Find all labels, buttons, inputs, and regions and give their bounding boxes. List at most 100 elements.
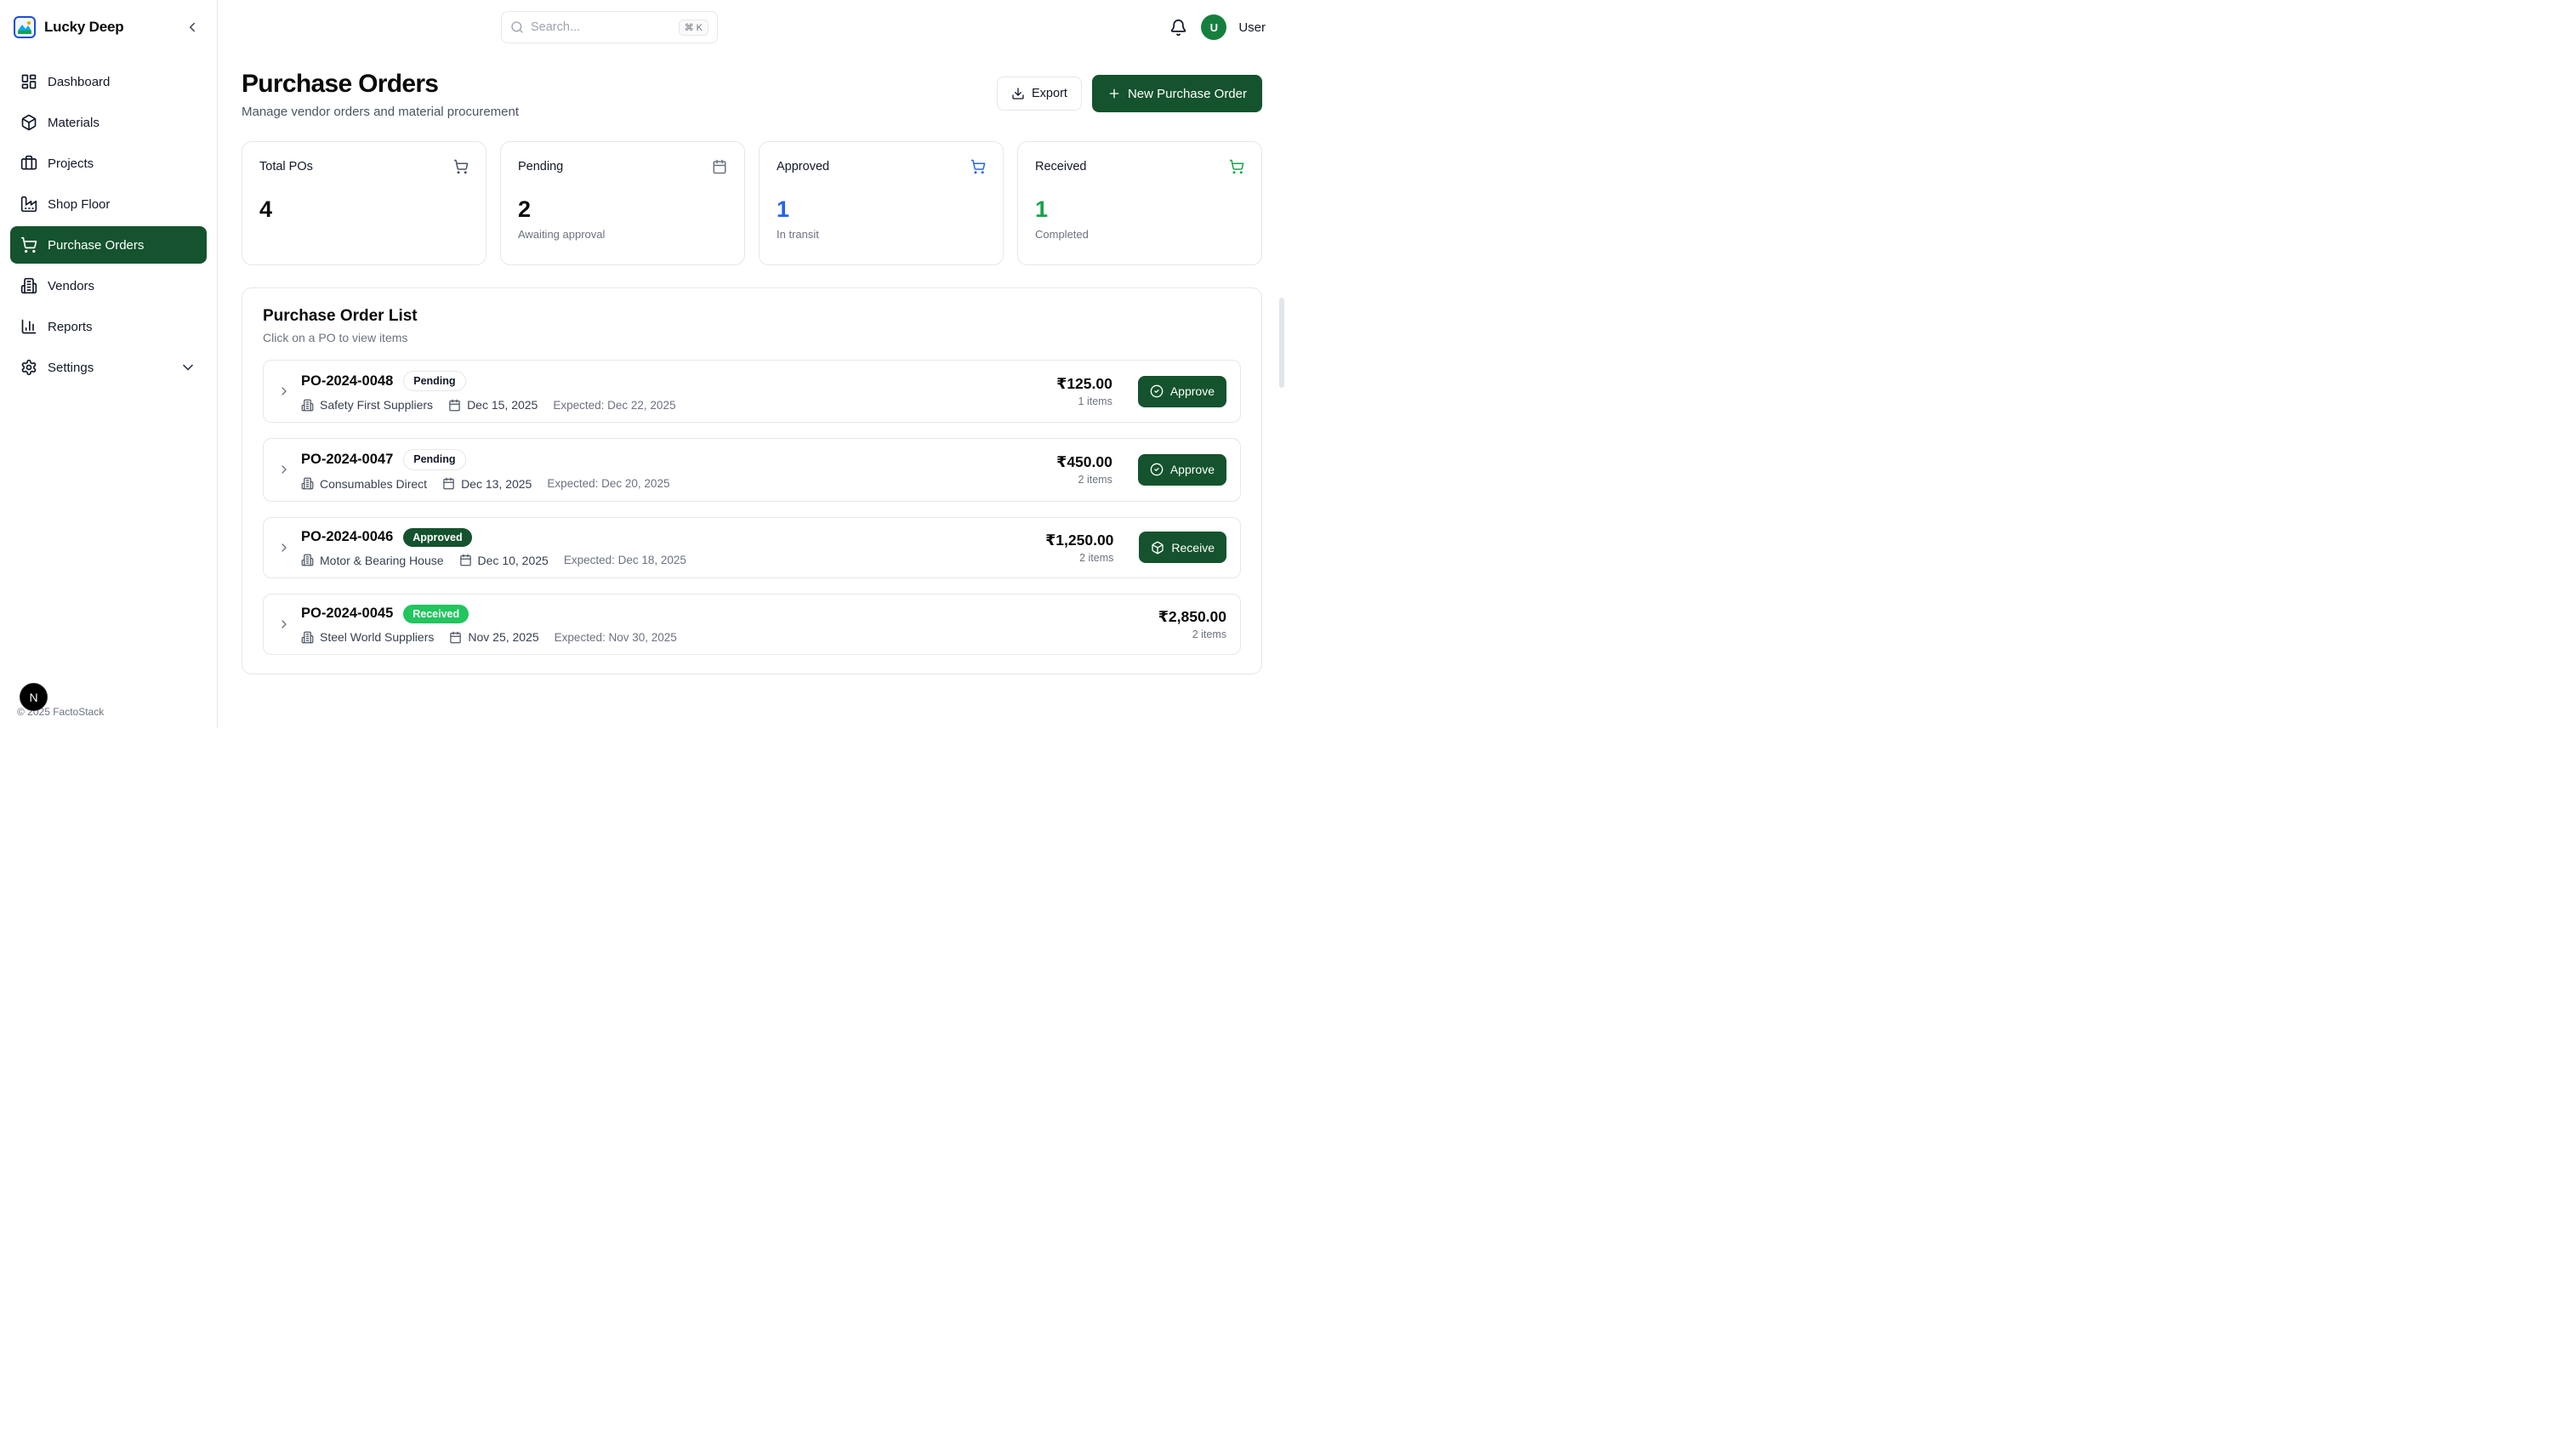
po-items-count: 1 items: [1056, 395, 1112, 407]
search-icon: [510, 20, 524, 34]
search-box[interactable]: ⌘ K: [501, 11, 718, 43]
calendar-icon: [448, 399, 461, 412]
stat-label: Received: [1035, 160, 1086, 173]
expected-date: Expected: Dec 20, 2025: [547, 477, 669, 490]
po-list-title: Purchase Order List: [263, 307, 1241, 326]
briefcase-icon: [20, 155, 37, 172]
new-purchase-order-label: New Purchase Order: [1128, 87, 1247, 101]
chevron-right-icon[interactable]: [277, 463, 291, 476]
chevron-left-icon: [185, 20, 200, 35]
chevron-right-icon[interactable]: [277, 541, 291, 555]
po-number: PO-2024-0047: [301, 452, 393, 468]
chevron-right-icon[interactable]: [277, 384, 291, 398]
approve-button[interactable]: Approve: [1138, 376, 1226, 407]
sidebar-header: Lucky Deep: [0, 0, 217, 54]
search-input[interactable]: [531, 20, 672, 34]
stat-value: 1: [1035, 196, 1244, 223]
po-row[interactable]: PO-2024-0045 Received Steel World Suppli…: [263, 594, 1241, 655]
sidebar-item-dashboard[interactable]: Dashboard: [10, 63, 207, 100]
po-amount: ₹1,250.00: [1045, 532, 1113, 549]
vendor-name: Safety First Suppliers: [320, 398, 433, 412]
po-items-count: 2 items: [1056, 474, 1112, 486]
stat-card-received: Received 1 Completed: [1017, 141, 1262, 265]
approve-button-label: Approve: [1170, 463, 1215, 476]
po-row[interactable]: PO-2024-0048 Pending Safety First Suppli…: [263, 360, 1241, 423]
dev-tools-label: N: [29, 691, 37, 704]
vendor-name: Motor & Bearing House: [320, 554, 444, 567]
cart-icon: [1229, 159, 1244, 174]
building-icon: [301, 399, 314, 412]
po-number: PO-2024-0046: [301, 529, 393, 545]
receive-button[interactable]: Receive: [1139, 532, 1226, 563]
order-date: Dec 13, 2025: [461, 477, 532, 491]
vendor-meta: Motor & Bearing House: [301, 554, 444, 567]
po-amount: ₹125.00: [1056, 375, 1112, 393]
user-initial: U: [1210, 21, 1218, 34]
search-shortcut-badge: ⌘ K: [679, 20, 708, 36]
vendor-name: Steel World Suppliers: [320, 630, 434, 644]
po-row-details: PO-2024-0046 Approved Motor & Bearing Ho…: [301, 528, 1035, 567]
order-date: Dec 15, 2025: [467, 398, 538, 412]
stat-subtext: Awaiting approval: [518, 228, 727, 241]
date-meta: Dec 10, 2025: [459, 554, 549, 567]
sidebar-item-projects[interactable]: Projects: [10, 145, 207, 182]
check-circle-icon: [1150, 384, 1164, 398]
status-badge: Pending: [403, 371, 465, 391]
po-number: PO-2024-0045: [301, 606, 393, 622]
header-actions: Export New Purchase Order: [997, 75, 1262, 112]
date-meta: Dec 13, 2025: [442, 477, 532, 491]
package-icon: [1151, 541, 1164, 555]
vendor-meta: Safety First Suppliers: [301, 398, 433, 412]
sidebar: Lucky Deep Dashboard Materials Projects …: [0, 0, 218, 728]
sidebar-item-label: Dashboard: [48, 75, 110, 89]
expected-date: Expected: Dec 22, 2025: [553, 399, 675, 412]
sidebar-item-label: Shop Floor: [48, 197, 110, 212]
dev-tools-button[interactable]: N: [20, 683, 48, 711]
receive-button-label: Receive: [1171, 541, 1215, 555]
vendor-name: Consumables Direct: [320, 477, 427, 491]
po-amount-block: ₹450.00 2 items: [1056, 453, 1112, 486]
expected-date: Expected: Nov 30, 2025: [555, 631, 677, 644]
approve-button-label: Approve: [1170, 384, 1215, 398]
sidebar-item-purchase-orders[interactable]: Purchase Orders: [10, 226, 207, 264]
cart-icon: [20, 236, 37, 253]
notifications-button[interactable]: [1168, 17, 1189, 38]
po-number: PO-2024-0048: [301, 373, 393, 390]
expected-date: Expected: Dec 18, 2025: [564, 554, 686, 566]
scrollbar-thumb[interactable]: [1279, 298, 1284, 388]
user-name: User: [1238, 20, 1266, 35]
chevron-right-icon[interactable]: [277, 617, 291, 631]
gear-icon: [20, 359, 37, 376]
sidebar-item-label: Projects: [48, 156, 94, 171]
po-amount-block: ₹125.00 1 items: [1056, 375, 1112, 407]
sidebar-item-shop-floor[interactable]: Shop Floor: [10, 185, 207, 223]
user-avatar[interactable]: U: [1201, 14, 1226, 40]
sidebar-collapse-button[interactable]: [181, 16, 203, 38]
sidebar-item-reports[interactable]: Reports: [10, 308, 207, 345]
sidebar-item-vendors[interactable]: Vendors: [10, 267, 207, 304]
po-list-subtitle: Click on a PO to view items: [263, 331, 1241, 344]
check-circle-icon: [1150, 463, 1164, 476]
vendor-meta: Steel World Suppliers: [301, 630, 434, 644]
export-button[interactable]: Export: [997, 77, 1082, 111]
stat-subtext: Completed: [1035, 228, 1244, 241]
po-row[interactable]: PO-2024-0046 Approved Motor & Bearing Ho…: [263, 517, 1241, 578]
calendar-icon: [449, 631, 462, 644]
vendor-meta: Consumables Direct: [301, 477, 427, 491]
stat-label: Total POs: [259, 160, 313, 173]
po-items-count: 2 items: [1045, 552, 1113, 564]
po-row[interactable]: PO-2024-0047 Pending Consumables Direct: [263, 438, 1241, 501]
po-row-details: PO-2024-0045 Received Steel World Suppli…: [301, 605, 1148, 644]
approve-button[interactable]: Approve: [1138, 454, 1226, 486]
sidebar-item-settings[interactable]: Settings: [10, 349, 207, 386]
new-purchase-order-button[interactable]: New Purchase Order: [1092, 75, 1262, 112]
topbar: ⌘ K U User: [218, 0, 1286, 54]
date-meta: Dec 15, 2025: [448, 398, 538, 412]
factory-icon: [20, 196, 37, 213]
po-amount: ₹2,850.00: [1158, 608, 1226, 626]
stat-subtext: In transit: [777, 228, 986, 241]
sidebar-item-materials[interactable]: Materials: [10, 104, 207, 141]
building-icon: [301, 631, 314, 644]
stat-value: 4: [259, 196, 469, 223]
cart-icon: [453, 159, 469, 174]
